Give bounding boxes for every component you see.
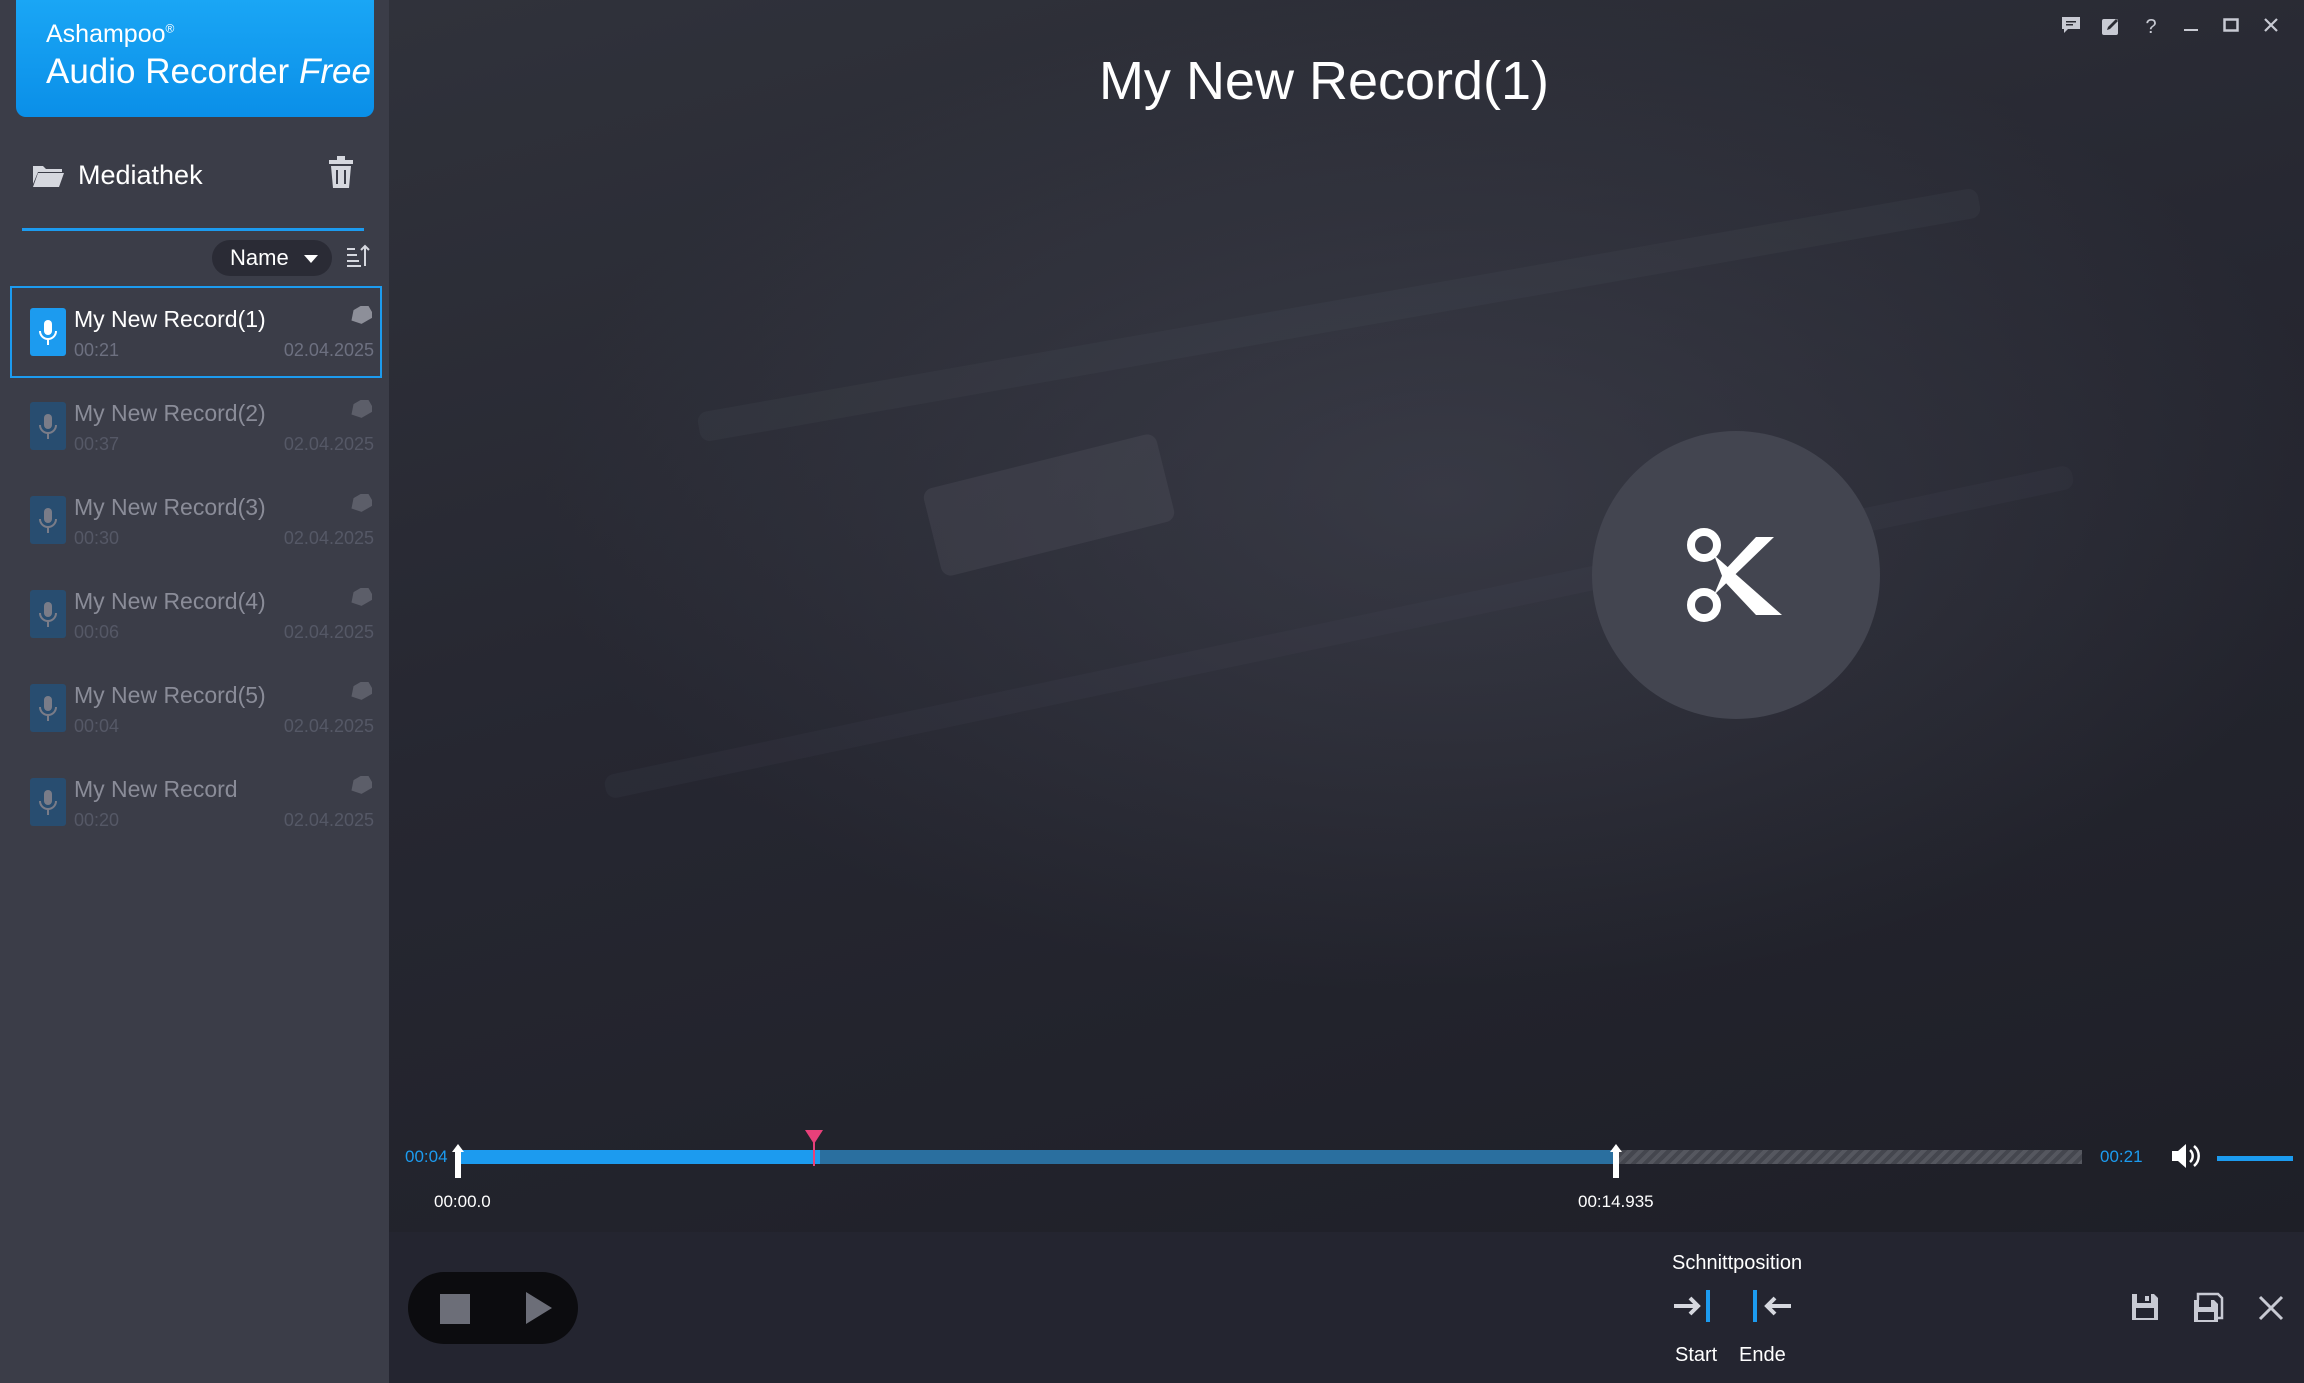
tag-icon[interactable] (350, 678, 375, 705)
cut-start-handle[interactable] (452, 1144, 464, 1178)
record-date: 02.04.2025 (283, 810, 374, 830)
edit-icon[interactable] (2100, 16, 2122, 38)
list-item[interactable]: My New Record(2) 00:37 02.04.2025 (10, 380, 382, 472)
end-label: Ende (1739, 1344, 1786, 1366)
record-date: 02.04.2025 (283, 340, 374, 360)
cut-end-handle[interactable] (1610, 1144, 1622, 1178)
folder-icon[interactable] (32, 162, 64, 193)
microphone-icon (30, 496, 66, 544)
save-icon[interactable] (2130, 1292, 2160, 1327)
record-name: My New Record(5) (74, 682, 266, 708)
cut-start-time: 00:00.0 (434, 1192, 491, 1211)
play-button[interactable] (526, 1292, 552, 1324)
stop-button[interactable] (440, 1294, 470, 1324)
set-cut-end-button[interactable] (1749, 1286, 1793, 1331)
record-date: 02.04.2025 (283, 434, 374, 454)
record-date: 02.04.2025 (283, 622, 374, 642)
microphone-icon (30, 684, 66, 732)
tag-icon[interactable] (350, 396, 375, 423)
volume-slider[interactable] (2217, 1156, 2293, 1161)
app-logo: Ashampoo® Audio Recorder Free (16, 0, 374, 117)
cut-position-label: Schnittposition (1672, 1252, 1803, 1274)
list-item[interactable]: My New Record(4) 00:06 02.04.2025 (10, 568, 382, 660)
brand-name: Ashampoo® (46, 20, 175, 48)
sort-dropdown[interactable]: Name (212, 240, 332, 276)
list-item[interactable]: My New Record(1) 00:21 02.04.2025 (10, 286, 382, 378)
record-duration: 00:06 (74, 622, 120, 642)
tag-icon[interactable] (350, 302, 375, 329)
window-controls: ? (2060, 16, 2282, 38)
record-duration: 00:30 (74, 528, 120, 548)
record-name: My New Record(3) (74, 494, 266, 520)
timeline-track[interactable] (458, 1150, 2082, 1164)
playhead-marker[interactable] (805, 1130, 823, 1166)
tag-icon[interactable] (350, 584, 375, 611)
record-duration: 00:21 (74, 340, 120, 360)
transport-controls (408, 1272, 578, 1344)
tag-icon[interactable] (350, 490, 375, 517)
list-item[interactable]: My New Record(5) 00:04 02.04.2025 (10, 662, 382, 754)
record-list: My New Record(1) 00:21 02.04.2025 My New… (10, 286, 382, 850)
close-icon[interactable] (2260, 16, 2282, 38)
sidebar: Ashampoo® Audio Recorder Free Mediathek … (0, 0, 389, 1383)
save-as-icon[interactable] (2192, 1292, 2226, 1329)
microphone-icon (30, 402, 66, 450)
record-name: My New Record(4) (74, 588, 266, 614)
close-editor-icon[interactable] (2257, 1294, 2285, 1327)
microphone-icon (30, 778, 66, 826)
record-date: 02.04.2025 (283, 528, 374, 548)
cut-end-time: 00:14.935 (1578, 1192, 1654, 1211)
maximize-icon[interactable] (2220, 16, 2242, 38)
product-name: Audio Recorder Free (46, 52, 371, 91)
library-title: Mediathek (78, 160, 203, 190)
total-time: 00:21 (2100, 1147, 2143, 1166)
sort-direction-icon[interactable] (346, 244, 370, 273)
start-label: Start (1675, 1344, 1718, 1366)
current-time: 00:04 (405, 1147, 448, 1166)
trash-icon[interactable] (328, 156, 354, 193)
cut-button[interactable] (1592, 431, 1880, 719)
bottom-toolbar: Schnittposition Start Ende (389, 1232, 2304, 1383)
background-mixer-rail (696, 187, 1982, 443)
timeline-progress (458, 1150, 820, 1164)
background-mixer-fader (921, 432, 1177, 578)
feedback-icon[interactable] (2060, 16, 2082, 38)
record-title: My New Record(1) (1098, 51, 1550, 111)
sort-label: Name (230, 245, 289, 270)
microphone-icon (30, 308, 66, 356)
volume-icon[interactable] (2170, 1142, 2202, 1175)
tag-icon[interactable] (350, 772, 375, 799)
list-item[interactable]: My New Record 00:20 02.04.2025 (10, 756, 382, 848)
record-duration: 00:20 (74, 810, 120, 830)
microphone-icon (30, 590, 66, 638)
product-edition: Free (298, 52, 371, 91)
record-name: My New Record(2) (74, 400, 266, 426)
library-header: Mediathek (22, 150, 364, 231)
chevron-down-icon (304, 255, 318, 263)
list-item[interactable]: My New Record(3) 00:30 02.04.2025 (10, 474, 382, 566)
timeline-cut-region (1616, 1150, 2082, 1164)
record-duration: 00:04 (74, 716, 120, 736)
editor-area: My New Record(1) ? (389, 0, 2304, 1232)
record-name: My New Record(1) (74, 306, 266, 332)
minimize-icon[interactable] (2180, 16, 2202, 38)
record-date: 02.04.2025 (283, 716, 374, 736)
record-duration: 00:37 (74, 434, 120, 454)
set-cut-start-button[interactable] (1672, 1286, 1716, 1331)
help-icon[interactable]: ? (2140, 16, 2162, 38)
record-name: My New Record (74, 776, 238, 802)
